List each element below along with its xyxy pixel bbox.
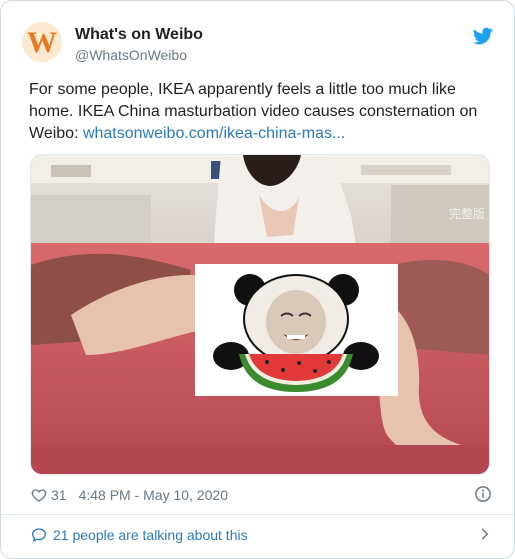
tweet-card: W What's on Weibo @WhatsOnWeibo For some… [0, 0, 515, 559]
author-name[interactable]: What's on Weibo [75, 26, 203, 44]
tweet-media[interactable]: 完整版 [30, 154, 490, 475]
info-icon[interactable] [474, 485, 492, 503]
conversation-text: 21 people are talking about this [53, 527, 248, 543]
panda-meme-sticker-icon [195, 264, 398, 396]
avatar[interactable]: W [22, 22, 62, 62]
heart-icon[interactable] [31, 487, 47, 503]
tweet-text: For some people, IKEA apparently feels a… [29, 79, 499, 145]
tweet-link[interactable]: whatsonweibo.com/ikea-china-mas... [83, 125, 345, 142]
author-handle[interactable]: @WhatsOnWeibo [75, 47, 187, 63]
tweet-timestamp[interactable]: 4:48 PM - May 10, 2020 [79, 487, 228, 503]
speech-bubble-icon [31, 528, 46, 542]
twitter-bird-icon[interactable] [473, 27, 493, 45]
conversation-link[interactable]: 21 people are talking about this [31, 524, 492, 546]
divider [1, 514, 514, 515]
chevron-right-icon [481, 528, 489, 540]
svg-text:W: W [27, 26, 57, 59]
whatsonweibo-logo-icon: W [24, 24, 60, 60]
tweet-meta: 31 4:48 PM - May 10, 2020 [31, 485, 492, 505]
media-watermark: 完整版 [448, 207, 485, 221]
censor-sticker [195, 264, 398, 396]
like-count[interactable]: 31 [51, 487, 67, 503]
